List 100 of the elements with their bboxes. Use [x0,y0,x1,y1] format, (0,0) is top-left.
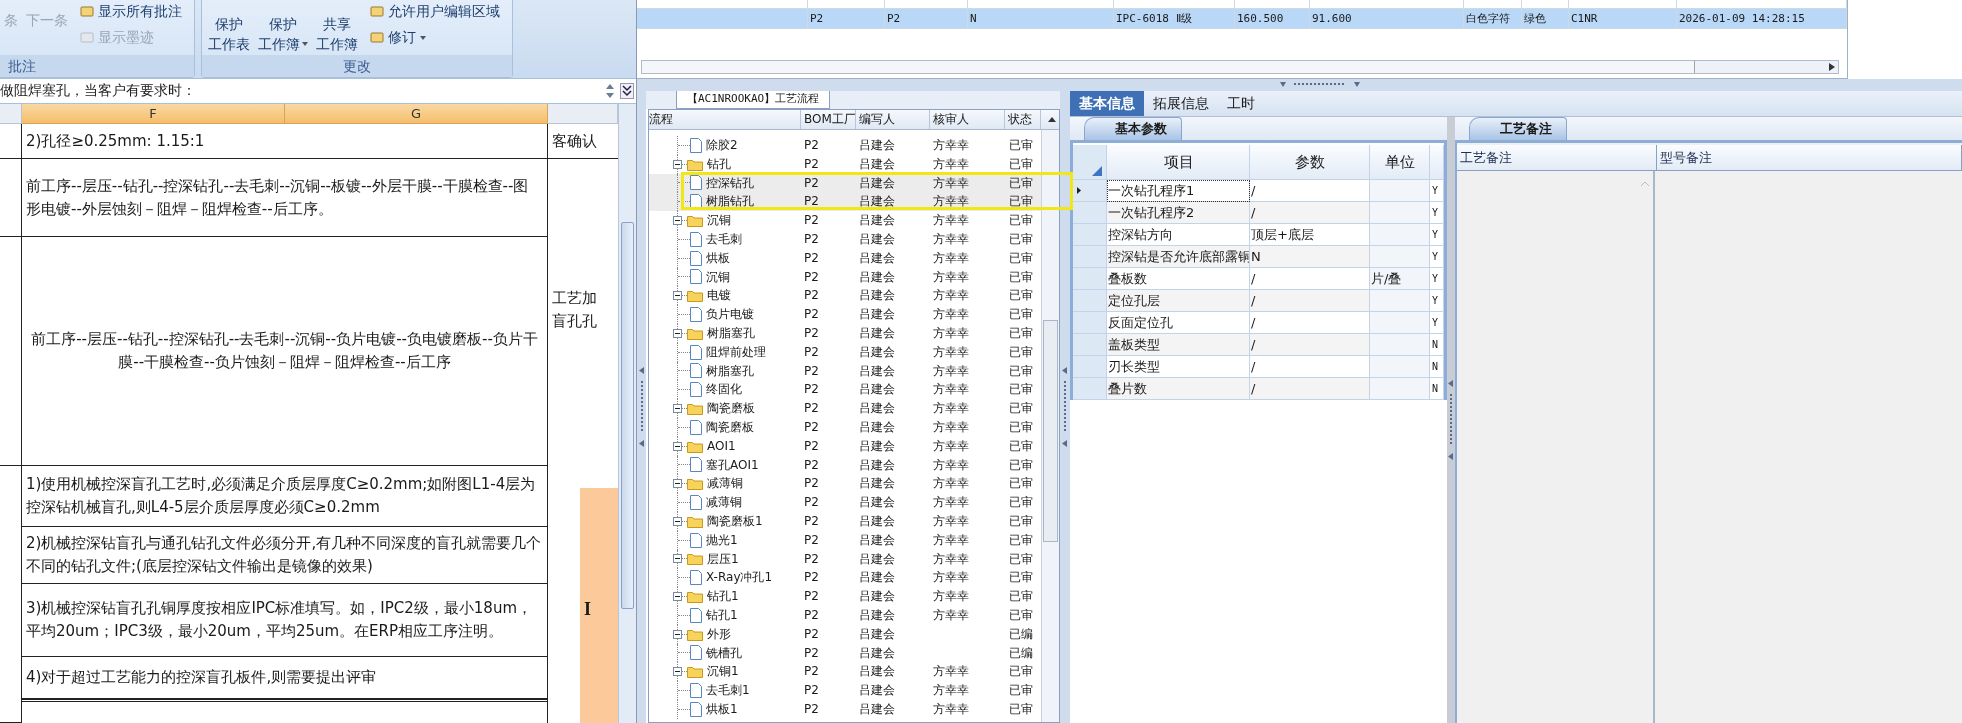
tree-row[interactable]: 钻孔 P2 吕建会 方幸幸 已审 [649,154,1041,174]
tree-row[interactable]: 塞孔AOI1 P2 吕建会 方幸幸 已审 [649,455,1041,475]
splitter-grip-icon[interactable] [1279,82,1360,88]
collapse-icon[interactable] [673,667,682,677]
row-header[interactable] [1073,180,1107,202]
tree-row[interactable]: 电镀 P2 吕建会 方幸幸 已审 [649,286,1041,306]
spin-icon[interactable] [604,82,616,100]
table-row[interactable]: 叠片数 / N [1073,378,1444,400]
table-row[interactable]: 一次钻孔程序1 / Y [1073,180,1444,202]
column-header[interactable]: 核审人 [930,110,1005,129]
column-header[interactable]: 流程 [649,110,801,129]
ribbon-button[interactable]: 允许用户编辑区域 [370,2,500,22]
table-cell-text: 方幸幸 [933,324,969,342]
collapse-icon[interactable] [673,159,682,169]
table-row[interactable]: 盖板类型 / N [1073,334,1444,356]
tree-row[interactable]: X-Ray冲孔1 P2 吕建会 方幸幸 已审 [649,568,1041,588]
collapse-icon[interactable] [673,328,682,338]
ribbon-button[interactable]: 修订 [370,28,500,48]
tree-row[interactable]: 陶瓷磨板 P2 吕建会 方幸幸 已审 [649,399,1041,418]
horizontal-scrollbar[interactable] [641,60,1839,74]
table-row[interactable]: 反面定位孔 / Y [1073,312,1444,334]
tree-row[interactable]: 陶瓷磨板 P2 吕建会 方幸幸 已审 [649,417,1041,437]
table-row[interactable]: 刃长类型 / N [1073,356,1444,378]
tree-row[interactable]: 去毛刺1 P2 吕建会 方幸幸 已审 [649,681,1041,700]
column-header[interactable]: G [285,104,548,124]
caret-icon[interactable] [420,36,426,40]
column-header[interactable]: 编写人 [856,110,930,129]
ribbon-button[interactable]: 共享 工作簿 [316,0,358,55]
table-cell-text: P2 [804,287,819,305]
collapse-icon[interactable] [673,592,682,601]
tree-row[interactable]: 沉铜 P2 吕建会 方幸幸 已审 [649,267,1041,287]
tree-row[interactable]: 陶瓷磨板1 P2 吕建会 方幸幸 已审 [649,511,1041,531]
table-cell-text: 已审 [1009,174,1033,192]
tree-row[interactable]: 减薄铜 P2 吕建会 方幸幸 已审 [649,474,1041,494]
table-cell: 2)孔径≥0.25mm: 1.15:1 [22,124,548,159]
collapse-icon[interactable] [673,516,682,526]
tree-row[interactable]: 铣槽孔 P2 吕建会 已编 [649,643,1041,663]
tree-row[interactable]: 树脂塞孔 P2 吕建会 方幸幸 已审 [649,323,1041,343]
column-header[interactable]: 状态 [1005,110,1041,129]
tree-row[interactable]: 钻孔1 P2 吕建会 方幸幸 已审 [649,605,1041,625]
table-cell [1370,224,1430,246]
table-cell: 叠片数 [1107,378,1250,400]
tree-row[interactable]: 减薄铜 P2 吕建会 方幸幸 已审 [649,493,1041,512]
column-header[interactable]: 工艺备注 [1457,145,1657,170]
table-row[interactable]: 一次钻孔程序2 / Y [1073,202,1444,224]
tree-row[interactable]: 层压1 P2 吕建会 方幸幸 已审 [649,549,1041,569]
formula-field[interactable]: 做阻焊塞孔，当客户有要求时： [0,82,604,100]
panel-tab[interactable]: 工艺备注 [1469,117,1567,140]
collapse-icon[interactable] [673,441,682,451]
splitter-grip-icon[interactable] [638,367,645,447]
ribbon-button[interactable]: 显示所有批注 [80,2,182,22]
ribbon-button[interactable]: 保护 工作表 [208,0,250,55]
collapse-icon[interactable] [673,404,682,414]
tree-row[interactable]: AOI1 P2 吕建会 方幸幸 已审 [649,436,1041,456]
panel-tab[interactable]: 【AC1NROOKAO】工艺流程 [676,91,831,109]
panel-tab[interactable]: 基本参数 [1084,117,1182,140]
tree-row[interactable]: 去毛刺 P2 吕建会 方幸幸 已审 [649,230,1041,249]
collapse-icon[interactable] [673,216,682,226]
table-row[interactable]: 定位孔层 / Y [1073,290,1444,312]
tab[interactable]: 基本信息 [1070,91,1144,116]
tree-row[interactable]: 烘板1 P2 吕建会 方幸幸 已审 [649,699,1041,719]
collapse-icon[interactable] [673,291,682,301]
tree-row[interactable]: 树脂塞孔 P2 吕建会 方幸幸 已审 [649,361,1041,381]
tree-row[interactable]: 钻孔1 P2 吕建会 方幸幸 已审 [649,587,1041,606]
tab[interactable]: 拓展信息 [1144,91,1218,116]
tree-row[interactable]: 阻焊前处理 P2 吕建会 方幸幸 已审 [649,342,1041,362]
table-cell-text: 吕建会 [859,400,895,418]
table-row[interactable]: 控深钻方向 顶层+底层 Y [1073,224,1444,246]
table-cell-text: 吕建会 [859,212,895,230]
ribbon-button[interactable]: 保护 工作簿 [258,0,308,55]
table-cell-text: 吕建会 [859,137,895,154]
column-header[interactable]: BOM工厂 [801,110,856,129]
splitter-grip-icon[interactable] [1448,380,1454,460]
tree-row[interactable]: 终固化 P2 吕建会 方幸幸 已审 [649,380,1041,400]
column-header[interactable]: 型号备注 [1657,145,1962,170]
expand-icon[interactable] [620,83,634,99]
table-cell-text: 吕建会 [859,625,895,643]
collapse-icon[interactable] [673,554,682,564]
scroll-up-icon[interactable] [1047,117,1056,122]
collapse-icon[interactable] [673,479,682,489]
tree-row[interactable]: 负片电镀 P2 吕建会 方幸幸 已审 [649,305,1041,324]
table-row[interactable]: 叠板数 / 片/叠 Y [1073,268,1444,290]
tree-row[interactable]: 抛光1 P2 吕建会 方幸幸 已审 [649,530,1041,550]
tree-row[interactable]: 沉铜 P2 吕建会 方幸幸 已审 [649,211,1041,230]
table-row[interactable]: P2 P2 N IPC-6018 Ⅱ级 160.500 91.600 白色字符 绿色 C1NR 2026-01-09 14:28:15 [637,9,1847,29]
tree-row[interactable]: 外形 P2 吕建会 已编 [649,624,1041,644]
tree-row[interactable]: 除胶2 P2 吕建会 方幸幸 已审 [649,136,1041,155]
tree-row[interactable]: 烘板 P2 吕建会 方幸幸 已审 [649,248,1041,268]
caret-icon[interactable] [302,42,308,46]
collapse-icon[interactable] [673,629,682,639]
vertical-scrollbar[interactable] [1041,130,1059,722]
scroll-right-icon[interactable] [1829,63,1835,71]
table-cell-text: P2 [804,324,819,342]
splitter-grip-icon[interactable] [1062,367,1068,447]
column-header[interactable]: F [22,104,285,124]
table-cell-text: P2 [804,174,819,192]
tree-label: 阻焊前处理 [706,343,766,361]
tree-row[interactable]: 沉铜1 P2 吕建会 方幸幸 已审 [649,662,1041,682]
tab[interactable]: 工时 [1218,91,1264,116]
vertical-scrollbar[interactable] [618,104,636,723]
